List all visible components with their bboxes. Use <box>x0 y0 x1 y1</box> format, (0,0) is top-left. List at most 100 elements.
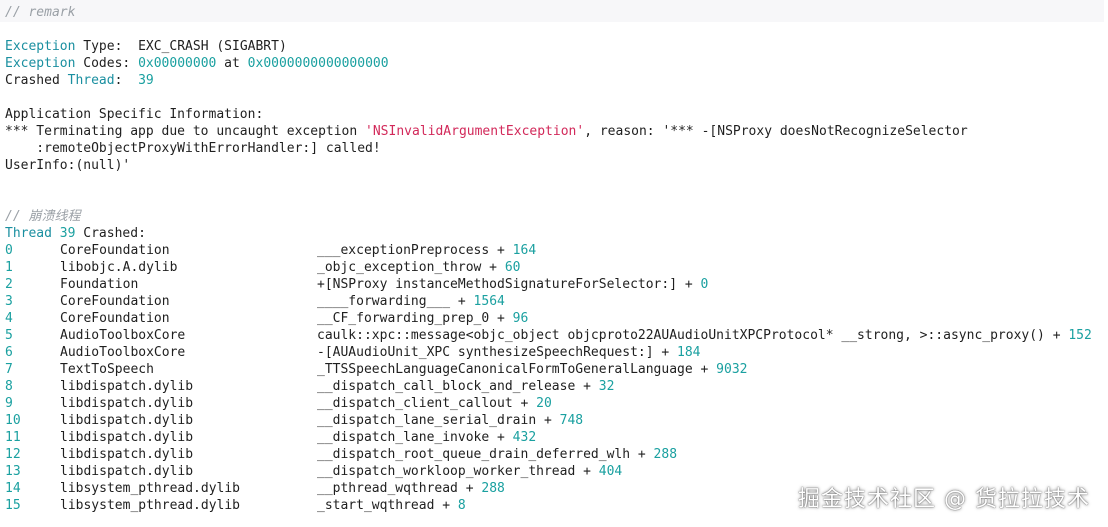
frame-symbol-name: __CF_forwarding_prep_0 + <box>317 311 513 326</box>
frame-symbol-name: __dispatch_root_queue_drain_deferred_wlh… <box>317 447 654 462</box>
frame-offset: 1564 <box>473 294 505 309</box>
frame-symbol: _start_wqthread + 8 <box>317 497 466 514</box>
frame-symbol-name: _objc_exception_throw + <box>317 260 505 275</box>
frame-symbol: __dispatch_call_block_and_release + 32 <box>317 378 614 395</box>
frame-index: 4 <box>5 311 13 326</box>
frame-index: 2 <box>5 277 13 292</box>
frame-symbol: __CF_forwarding_prep_0 + 96 <box>317 310 528 327</box>
frame-offset: 60 <box>504 260 521 275</box>
frame-index: 5 <box>5 328 13 343</box>
frame-offset: 288 <box>481 481 505 496</box>
stack-frame-row: 13 libdispatch.dylib __dispatch_workloop_w… <box>0 463 1108 480</box>
thread-crashed-label: Crashed: <box>75 226 146 241</box>
frame-symbol: +[NSProxy instanceMethodSignatureForSele… <box>317 276 708 293</box>
watermark-text: 掘金技术社区 @ 货拉拉技术 <box>798 487 1090 512</box>
frame-index: 13 <box>5 464 21 479</box>
frame-library: TextToSpeech <box>60 362 154 377</box>
stack-frame-row: 2 Foundation +[NSProxy instanceMethodSigna… <box>0 276 1108 293</box>
frame-symbol: -[AUAudioUnit_XPC synthesizeSpeechReques… <box>317 344 701 361</box>
frame-symbol: __dispatch_root_queue_drain_deferred_wlh… <box>317 446 677 463</box>
frame-offset: 164 <box>512 243 537 258</box>
exception-type-line: Exception Type: EXC_CRASH (SIGABRT) <box>5 38 287 55</box>
frame-offset: 404 <box>598 464 623 479</box>
exception-name-string: 'NSInvalidArgumentException' <box>365 124 585 139</box>
app-info-line-1-pre: *** Terminating app due to uncaught exce… <box>5 124 366 139</box>
frame-symbol-name: __dispatch_lane_invoke + <box>317 430 513 445</box>
frame-symbol: caulk::xpc::message<objc_object objcprot… <box>317 327 1092 344</box>
frame-symbol-name: +[NSProxy instanceMethodSignatureForSele… <box>317 277 701 292</box>
frame-symbol-name: __dispatch_client_callout + <box>317 396 537 411</box>
frame-index: 8 <box>5 379 13 394</box>
frame-symbol-name: _start_wqthread + <box>317 498 458 513</box>
app-info-heading: Application Specific Information: <box>5 107 264 122</box>
stack-frame-row: 6 AudioToolboxCore -[AUAudioUnit_XPC synth… <box>0 344 1108 361</box>
frame-symbol: _objc_exception_throw + 60 <box>317 259 521 276</box>
frame-library: CoreFoundation <box>60 311 170 326</box>
exception-codes-at: at <box>216 56 248 71</box>
frame-index: 7 <box>5 362 13 377</box>
thread-header-line: Thread 39 Crashed: <box>5 225 146 242</box>
frame-symbol: _TTSSpeechLanguageCanonicalFormToGeneral… <box>317 361 747 378</box>
crashed-thread-line: Crashed Thread: 39 <box>5 72 154 89</box>
frame-offset: 9032 <box>716 362 748 377</box>
frame-offset: 748 <box>559 413 584 428</box>
crash-log-page: // remark Exception Type: EXC_CRASH (SIG… <box>0 0 1108 527</box>
frame-symbol: __pthread_wqthread + 288 <box>317 480 505 497</box>
frame-symbol-name: -[AUAudioUnit_XPC synthesizeSpeechReques… <box>317 345 678 360</box>
frame-library: libobjc.A.dylib <box>60 260 178 275</box>
frame-index: 11 <box>5 430 21 445</box>
frame-library: CoreFoundation <box>60 243 170 258</box>
frame-index: 6 <box>5 345 13 360</box>
frame-symbol: ____forwarding___ + 1564 <box>317 293 505 310</box>
frame-index: 14 <box>5 481 21 496</box>
frame-index: 15 <box>5 498 21 513</box>
frame-library: libdispatch.dylib <box>60 413 194 428</box>
frame-offset: 8 <box>457 498 466 513</box>
frame-symbol: __dispatch_lane_invoke + 432 <box>317 429 536 446</box>
frame-library: libsystem_pthread.dylib <box>60 481 241 496</box>
frame-library: Foundation <box>60 277 139 292</box>
frame-symbol: __dispatch_client_callout + 20 <box>317 395 552 412</box>
stack-frame-row: 4 CoreFoundation __CF_forwarding_prep_0 + … <box>0 310 1108 327</box>
frame-library: AudioToolboxCore <box>60 328 186 343</box>
frame-offset: 20 <box>536 396 552 411</box>
frame-library: libdispatch.dylib <box>60 379 194 394</box>
frame-library: libsystem_pthread.dylib <box>60 498 241 513</box>
stack-frame-row: 0 CoreFoundation ___exceptionPreprocess + … <box>0 242 1108 259</box>
frame-symbol-name: __dispatch_call_block_and_release + <box>317 379 599 394</box>
stack-frame-row: 8 libdispatch.dylib __dispatch_call_block_… <box>0 378 1108 395</box>
exception-codes-label: Codes: <box>75 56 139 71</box>
crash-thread-comment: // 崩溃线程 <box>5 209 81 224</box>
frame-library: libdispatch.dylib <box>60 464 194 479</box>
frame-offset: 152 <box>1068 328 1092 343</box>
crash-log-code-block: // remark Exception Type: EXC_CRASH (SIG… <box>0 0 1108 527</box>
frame-symbol-name: ___exceptionPreprocess + <box>317 243 513 258</box>
frame-symbol: __dispatch_lane_serial_drain + 748 <box>317 412 583 429</box>
exception-code-1: 0x00000000 <box>138 56 217 71</box>
exception-keyword: Exception <box>5 39 76 54</box>
app-info-line-1: *** Terminating app due to uncaught exce… <box>5 123 968 140</box>
exception-type-value: EXC_CRASH (SIGABRT) <box>138 39 287 54</box>
frame-library: libdispatch.dylib <box>60 396 194 411</box>
frame-symbol: ___exceptionPreprocess + 164 <box>317 242 536 259</box>
frame-symbol: __dispatch_workloop_worker_thread + 404 <box>317 463 622 480</box>
frame-library: CoreFoundation <box>60 294 170 309</box>
frame-index: 9 <box>5 396 13 411</box>
app-info-line-3: UserInfo:(null)' <box>5 158 131 173</box>
frame-offset: 432 <box>512 430 537 445</box>
frame-symbol-name: __dispatch_workloop_worker_thread + <box>317 464 599 479</box>
frame-index: 3 <box>5 294 13 309</box>
crashed-thread-label: : <box>114 73 139 88</box>
thread-number: 39 <box>51 226 76 241</box>
frame-index: 12 <box>5 447 21 462</box>
stack-frame-row: 12 libdispatch.dylib __dispatch_root_queue… <box>0 446 1108 463</box>
frame-offset: 184 <box>677 345 701 360</box>
frame-index: 0 <box>5 243 13 258</box>
frame-symbol-name: ____forwarding___ + <box>317 294 474 309</box>
frame-symbol-name: __pthread_wqthread + <box>317 481 482 496</box>
frame-offset: 96 <box>512 311 529 326</box>
stack-frame-row: 9 libdispatch.dylib __dispatch_client_call… <box>0 395 1108 412</box>
exception-keyword: Exception <box>5 56 76 71</box>
thread-keyword: Thread <box>5 226 52 241</box>
stack-frame-row: 7 TextToSpeech _TTSSpeechLanguageCanonical… <box>0 361 1108 378</box>
